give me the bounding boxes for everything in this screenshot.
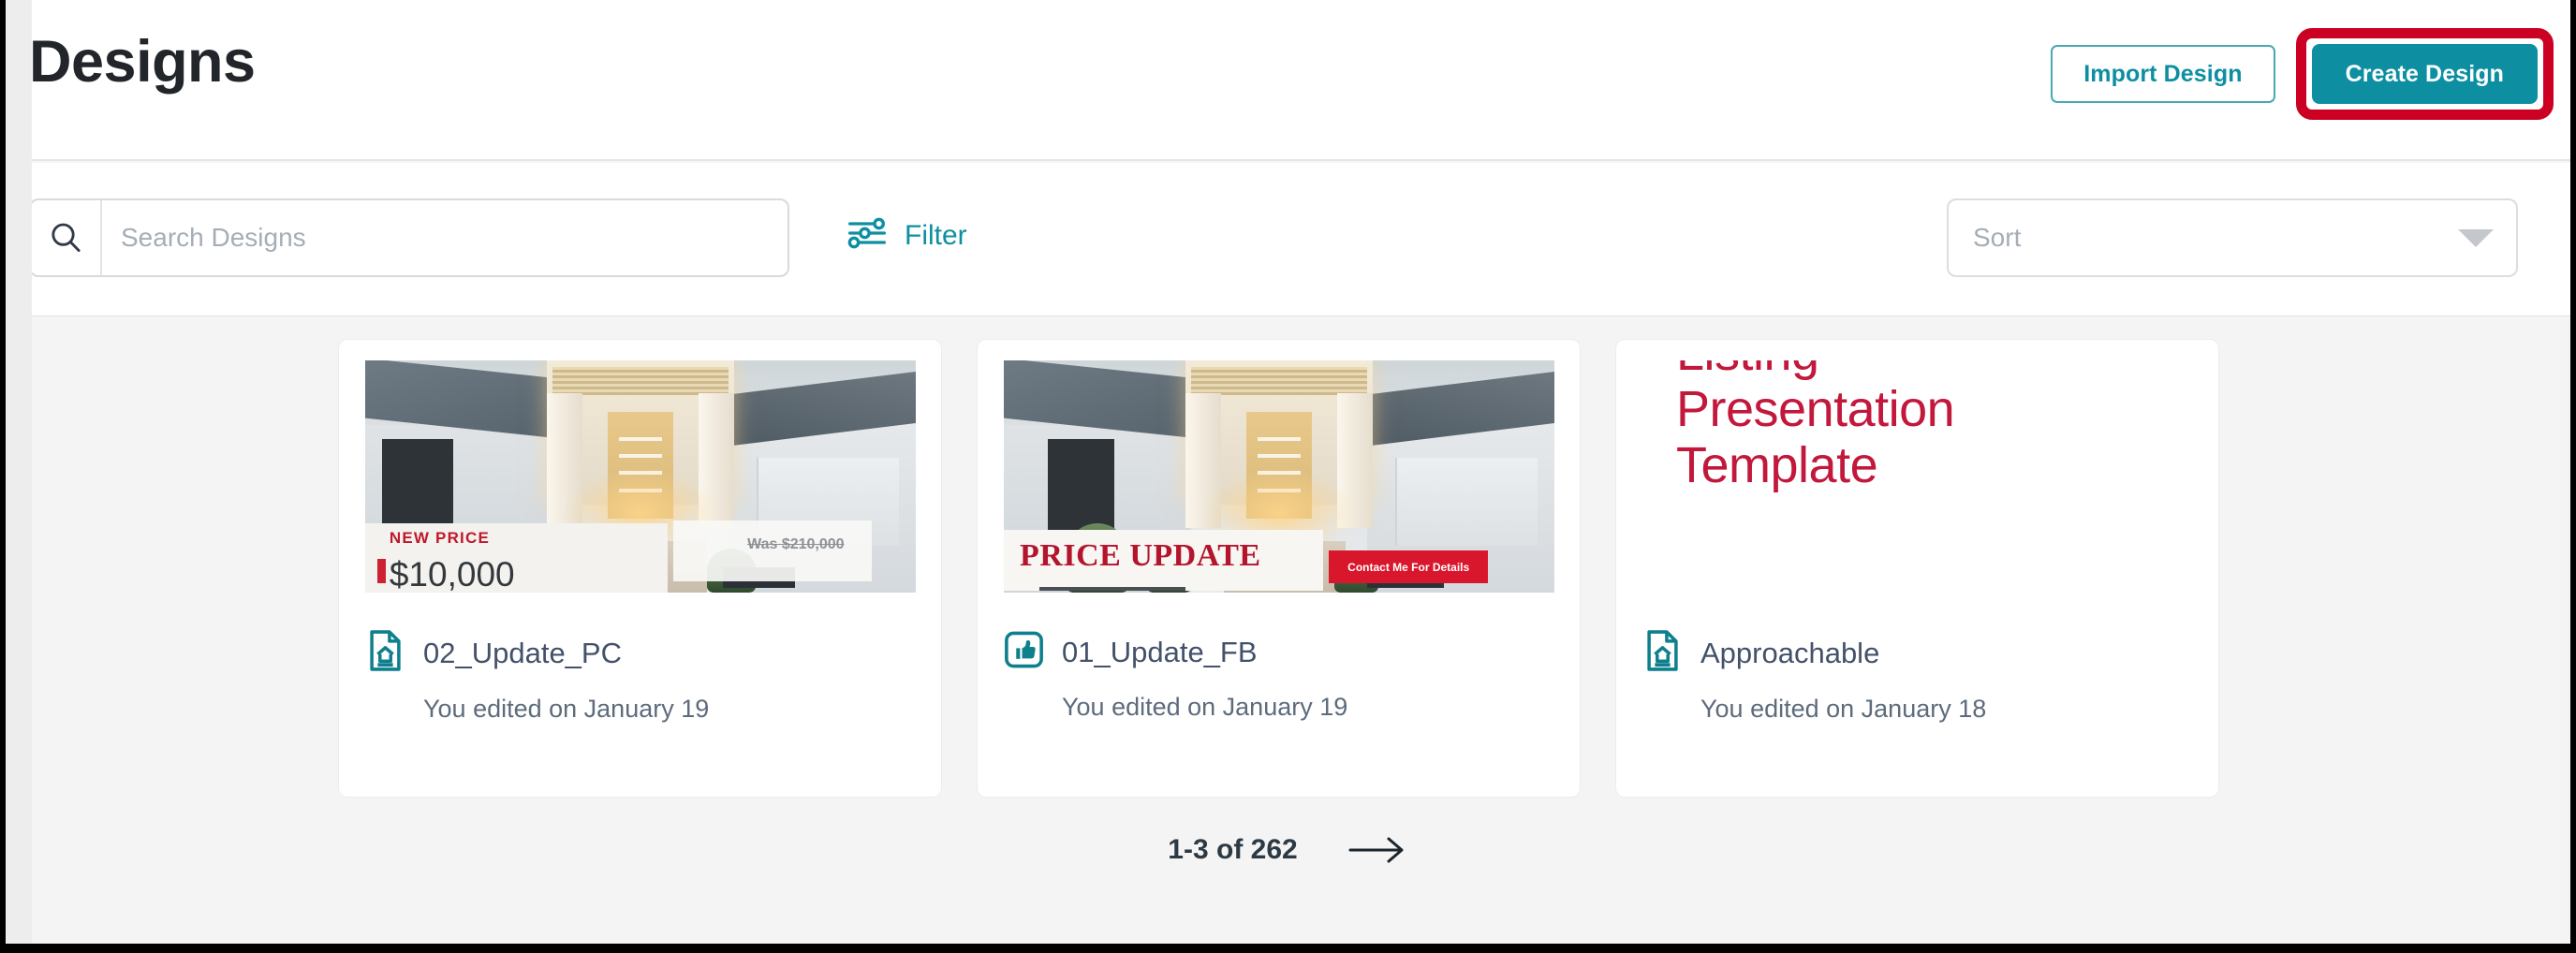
search-group: [29, 198, 789, 277]
sort-selected-value: Sort: [1973, 223, 2022, 252]
search-input[interactable]: [100, 200, 788, 275]
design-card-grid: Was $210,000 NEW PRICE $10,000 02_Update…: [338, 339, 2219, 798]
import-design-button[interactable]: Import Design: [2051, 45, 2275, 103]
screenshot-frame: Designs Import Design Create Design Sear…: [0, 0, 2576, 953]
thumbs-up-icon: [1004, 628, 1044, 676]
design-thumbnail: Contact Me For Details PRICE UPDATE: [1004, 360, 1554, 593]
document-house-icon: [365, 628, 405, 678]
template-text-block: Listing Presentation Template: [1676, 360, 1955, 493]
designs-content: Was $210,000 NEW PRICE $10,000 02_Update…: [6, 317, 2570, 944]
pagination: 1-3 of 262: [6, 834, 2570, 866]
new-price-label: NEW PRICE: [389, 529, 490, 548]
sort-select[interactable]: Sort: [1947, 198, 2518, 277]
design-card-subtitle: You edited on January 18: [1700, 695, 1987, 723]
contact-cta-bar: Contact Me For Details: [1328, 550, 1489, 584]
search-icon: [31, 200, 100, 275]
toolbar: Filter Sort: [6, 163, 2570, 316]
text-template-thumbnail: Listing Presentation Template: [1642, 360, 2193, 593]
was-price-text: Was $210,000: [747, 535, 845, 552]
design-card-title-row: 02_Update_PC: [365, 628, 926, 678]
page-range-label: 1-3 of 262: [1168, 834, 1298, 865]
design-thumbnail: Was $210,000 NEW PRICE $10,000: [365, 360, 916, 593]
filter-label: Filter: [905, 219, 967, 251]
design-thumbnail: Listing Presentation Template: [1642, 360, 2193, 593]
sliders-icon: [846, 214, 888, 257]
design-card-subtitle: You edited on January 19: [423, 695, 710, 723]
price-update-banner: PRICE UPDATE: [1004, 530, 1324, 591]
template-line: Presentation: [1676, 381, 1955, 437]
create-design-button[interactable]: Create Design: [2311, 44, 2538, 104]
price-value: $10,000: [389, 554, 515, 593]
contact-cta-label: Contact Me For Details: [1347, 560, 1470, 574]
template-line: Template: [1676, 437, 1878, 493]
app-viewport: Designs Import Design Create Design Sear…: [6, 0, 2570, 944]
design-card[interactable]: Contact Me For Details PRICE UPDATE 01_U…: [977, 339, 1581, 798]
design-card-meta: 01_Update_FB You edited on January 19: [1004, 628, 1565, 722]
design-card-title: Approachable: [1700, 636, 1880, 669]
design-card-title: 01_Update_FB: [1062, 635, 1258, 668]
design-card-title: 02_Update_PC: [423, 636, 622, 669]
price-update-label: PRICE UPDATE: [1020, 538, 1261, 574]
new-price-banner: NEW PRICE $10,000: [365, 522, 669, 593]
design-card-meta: Approachable You edited on January 18: [1642, 628, 2203, 724]
next-page-button[interactable]: [1347, 834, 1408, 866]
template-line: Listing: [1676, 360, 1954, 381]
create-design-annotation-highlight: Create Design: [2295, 28, 2554, 120]
header-actions: Import Design Create Design: [2051, 28, 2554, 120]
design-card-title-row: 01_Update_FB: [1004, 628, 1565, 676]
page-header: Designs Import Design Create Design: [6, 0, 2570, 161]
price-tick-mark: [376, 559, 386, 584]
price-update-rule: [1038, 586, 1186, 591]
design-card-title-row: Approachable: [1642, 628, 2203, 678]
design-card-subtitle: You edited on January 19: [1062, 693, 1348, 721]
design-card[interactable]: Was $210,000 NEW PRICE $10,000 02_Update…: [338, 339, 942, 798]
filter-button[interactable]: Filter: [846, 214, 967, 257]
document-house-icon: [1642, 628, 1683, 678]
chevron-down-icon: [2458, 228, 2494, 247]
design-card-meta: 02_Update_PC You edited on January 19: [365, 628, 926, 724]
page-title: Designs: [29, 29, 256, 95]
design-card[interactable]: Listing Presentation Template: [1615, 339, 2219, 798]
